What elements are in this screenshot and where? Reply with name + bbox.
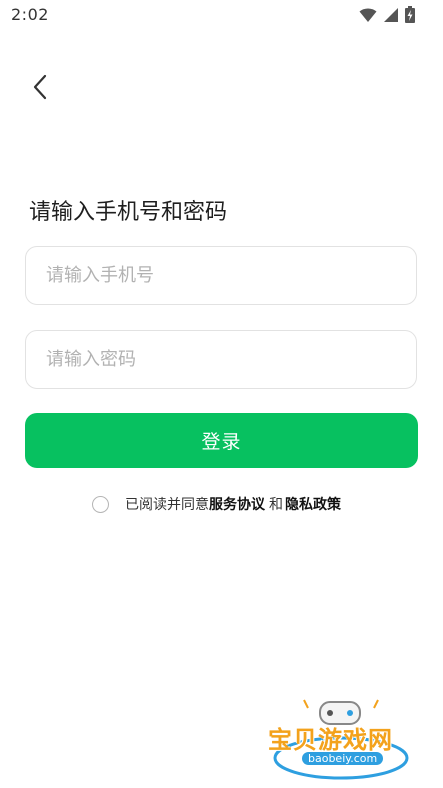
battery-charging-icon [405,6,415,27]
back-button[interactable] [22,70,58,108]
status-time: 2:02 [11,5,49,24]
agreement-checkbox[interactable] [92,495,109,513]
watermark-domain: baobeiy.com [302,752,384,765]
agreement-row: 已阅读并同意 服务协议 和 隐私政策 [92,493,341,515]
service-agreement-link[interactable]: 服务协议 [209,494,265,514]
watermark-logo: 宝贝游戏网 baobeiy.com [266,690,416,785]
agreement-connector: 和 [269,497,283,513]
watermark-text: 宝贝游戏网 [268,726,393,754]
password-input[interactable] [26,331,416,388]
password-field [25,330,417,389]
login-button[interactable]: 登录 [25,413,418,468]
page-title: 请输入手机号和密码 [29,200,228,225]
agreement-prefix: 已阅读并同意 [125,497,209,513]
phone-field [25,246,417,305]
wifi-icon [359,7,377,27]
privacy-policy-link[interactable]: 隐私政策 [285,494,341,514]
chevron-left-icon [32,74,48,104]
status-bar: 2:02 [0,0,443,30]
signal-icon [383,7,399,27]
phone-input[interactable] [26,247,416,304]
status-icons [359,6,415,27]
